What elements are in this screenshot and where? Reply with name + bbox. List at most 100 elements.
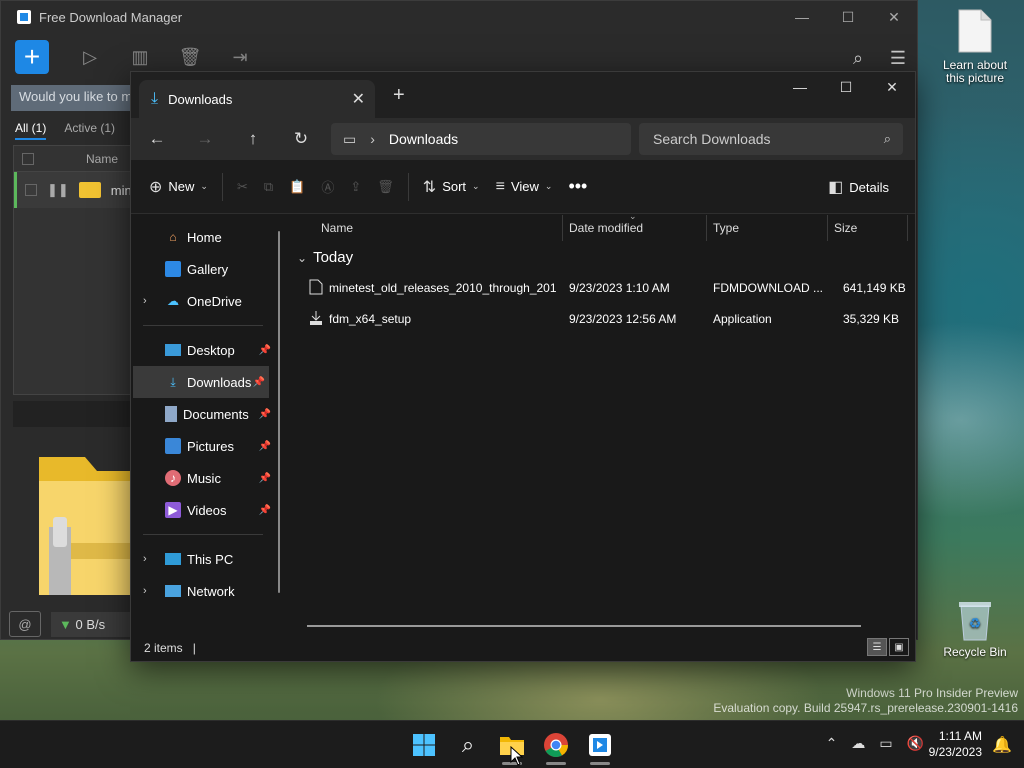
sidebar-item-pictures[interactable]: Pictures 📌	[131, 430, 281, 462]
select-all-checkbox[interactable]	[22, 152, 34, 165]
table-row[interactable]: minetest_old_releases_2010_through_201..…	[301, 273, 906, 303]
pin-icon[interactable]: 📌	[259, 409, 271, 420]
rename-icon[interactable]: Ⓐ	[313, 171, 342, 203]
show-hidden-icons-icon[interactable]: ⌃	[826, 735, 838, 752]
fdm-banner[interactable]: Would you like to m	[11, 85, 141, 111]
table-row[interactable]: fdm_x64_setup 9/23/2023 12:56 AM Applica…	[301, 304, 901, 334]
details-view-icon[interactable]: ☰	[867, 638, 887, 656]
column-divider[interactable]	[562, 215, 563, 241]
search-icon[interactable]: ⌕	[450, 727, 486, 763]
share-icon[interactable]: ⇪	[342, 171, 369, 203]
column-divider[interactable]	[907, 215, 908, 241]
paste-icon[interactable]: 📋	[281, 171, 313, 203]
refresh-icon[interactable]: ↻	[277, 123, 325, 155]
resume-icon[interactable]: ▷	[65, 40, 115, 74]
fdm-taskbar-icon[interactable]	[582, 727, 618, 765]
expand-chevron-icon[interactable]: ›	[143, 295, 147, 307]
maximize-icon[interactable]: ☐	[825, 1, 871, 33]
maximize-icon[interactable]: ☐	[823, 72, 869, 102]
sidebar-item-home[interactable]: ⌂ Home	[131, 221, 281, 253]
network-tray-icon[interactable]: ▭	[879, 735, 892, 752]
sidebar-item-network[interactable]: › Network	[131, 575, 281, 607]
sidebar-item-desktop[interactable]: Desktop 📌	[131, 334, 281, 366]
expand-chevron-icon[interactable]: ›	[143, 553, 147, 565]
collapse-chevron-icon[interactable]: ⌄	[297, 251, 307, 265]
address-segment[interactable]: Downloads	[389, 131, 458, 147]
clock[interactable]: 1:11 AM 9/23/2023	[929, 728, 982, 760]
volume-muted-icon[interactable]: 🔇	[907, 735, 924, 752]
view-button[interactable]: ≡ View ⌄	[488, 171, 561, 203]
pause-all-icon[interactable]: ▥	[115, 40, 165, 74]
more-options-icon[interactable]: •••	[560, 171, 595, 203]
sidebar-item-music[interactable]: ♪ Music 📌	[131, 462, 281, 494]
pin-icon[interactable]: 📌	[259, 345, 271, 356]
minimize-icon[interactable]: —	[777, 72, 823, 102]
sidebar-item-videos[interactable]: ▶ Videos 📌	[131, 494, 281, 526]
close-tab-icon[interactable]: ✕	[352, 89, 365, 109]
row-checkbox[interactable]	[25, 184, 37, 196]
generic-file-icon	[309, 279, 323, 295]
address-bar[interactable]: ▭ › Downloads	[331, 123, 631, 155]
expand-chevron-icon[interactable]: ›	[143, 585, 147, 597]
minimize-icon[interactable]: —	[779, 1, 825, 33]
pin-icon[interactable]: 📌	[259, 505, 271, 516]
pictures-icon	[165, 438, 181, 454]
col-type[interactable]: Type	[713, 221, 739, 235]
sidebar-item-onedrive[interactable]: › ☁ OneDrive	[131, 285, 281, 317]
speed-mode-icon[interactable]: @	[9, 611, 41, 637]
menu-icon[interactable]: ☰	[873, 41, 923, 75]
tab-all[interactable]: All (1)	[15, 121, 47, 140]
group-header-today[interactable]: ⌄ Today	[297, 249, 353, 266]
chevron-right-icon[interactable]: ›	[370, 131, 375, 147]
chrome-icon[interactable]	[538, 727, 574, 765]
details-button[interactable]: ◧ Details	[820, 171, 897, 203]
col-date-modified[interactable]: Date modified	[569, 221, 643, 235]
delete-icon[interactable]: 🗑	[369, 171, 402, 203]
column-headers: Name Date modified ⌄ Type Size	[289, 211, 908, 243]
close-icon[interactable]: ✕	[871, 1, 917, 33]
tiles-view-icon[interactable]: ▣	[889, 638, 909, 656]
column-divider[interactable]	[706, 215, 707, 241]
up-icon[interactable]: ↑	[229, 123, 277, 155]
fdm-detail-pane	[13, 401, 143, 601]
nav-scrollbar[interactable]	[278, 231, 280, 593]
sort-caret-icon: ⌄	[629, 211, 637, 221]
forward-icon[interactable]: →	[181, 123, 229, 155]
new-tab-icon[interactable]: +	[393, 84, 405, 107]
pin-icon[interactable]: 📌	[259, 473, 271, 484]
fdm-statusbar: @ ▼ 0 B/s	[9, 611, 131, 637]
new-button[interactable]: ⊕ New ⌄	[141, 171, 216, 203]
col-name[interactable]: Name	[321, 221, 353, 235]
sidebar-item-thispc[interactable]: › This PC	[131, 543, 281, 575]
watermark-line1: Windows 11 Pro Insider Preview	[846, 686, 1018, 700]
document-icon	[958, 9, 992, 53]
sidebar-item-gallery[interactable]: Gallery	[131, 253, 281, 285]
close-icon[interactable]: ✕	[869, 72, 915, 102]
pause-icon[interactable]: ❚❚	[47, 182, 69, 198]
col-size[interactable]: Size	[834, 221, 857, 235]
start-icon[interactable]	[406, 727, 442, 763]
search-input[interactable]: Search Downloads ⌕	[639, 123, 903, 155]
learn-about-picture-icon[interactable]: Learn about this picture	[935, 8, 1015, 85]
cut-icon[interactable]: ✂	[229, 171, 256, 203]
recycle-bin-icon[interactable]: ♻ Recycle Bin	[935, 598, 1015, 659]
horizontal-scrollbar[interactable]	[307, 625, 861, 627]
delete-icon[interactable]: 🗑	[165, 40, 215, 74]
move-folder-icon[interactable]: ⇥	[215, 40, 265, 74]
onedrive-tray-icon[interactable]: ☁	[851, 735, 865, 752]
back-icon[interactable]: ←	[133, 123, 181, 155]
col-name[interactable]: Name	[86, 152, 118, 166]
pin-icon[interactable]: 📌	[253, 377, 265, 388]
sidebar-item-documents[interactable]: Documents 📌	[131, 398, 281, 430]
file-size: 35,329 KB	[843, 312, 900, 326]
column-divider[interactable]	[827, 215, 828, 241]
pin-icon[interactable]: 📌	[259, 441, 271, 452]
add-download-button[interactable]: +	[15, 40, 49, 74]
copy-icon[interactable]: ⧉	[256, 171, 281, 203]
table-row[interactable]: ❚❚ mine	[14, 172, 142, 208]
notification-bell-icon[interactable]: 🔔	[992, 735, 1012, 755]
sidebar-item-downloads[interactable]: ⤓ Downloads 📌	[133, 366, 269, 398]
tab-downloads[interactable]: ⤓ Downloads ✕	[139, 80, 375, 118]
tab-active[interactable]: Active (1)	[64, 121, 115, 140]
sort-button[interactable]: ⇅ Sort ⌄	[415, 171, 488, 203]
